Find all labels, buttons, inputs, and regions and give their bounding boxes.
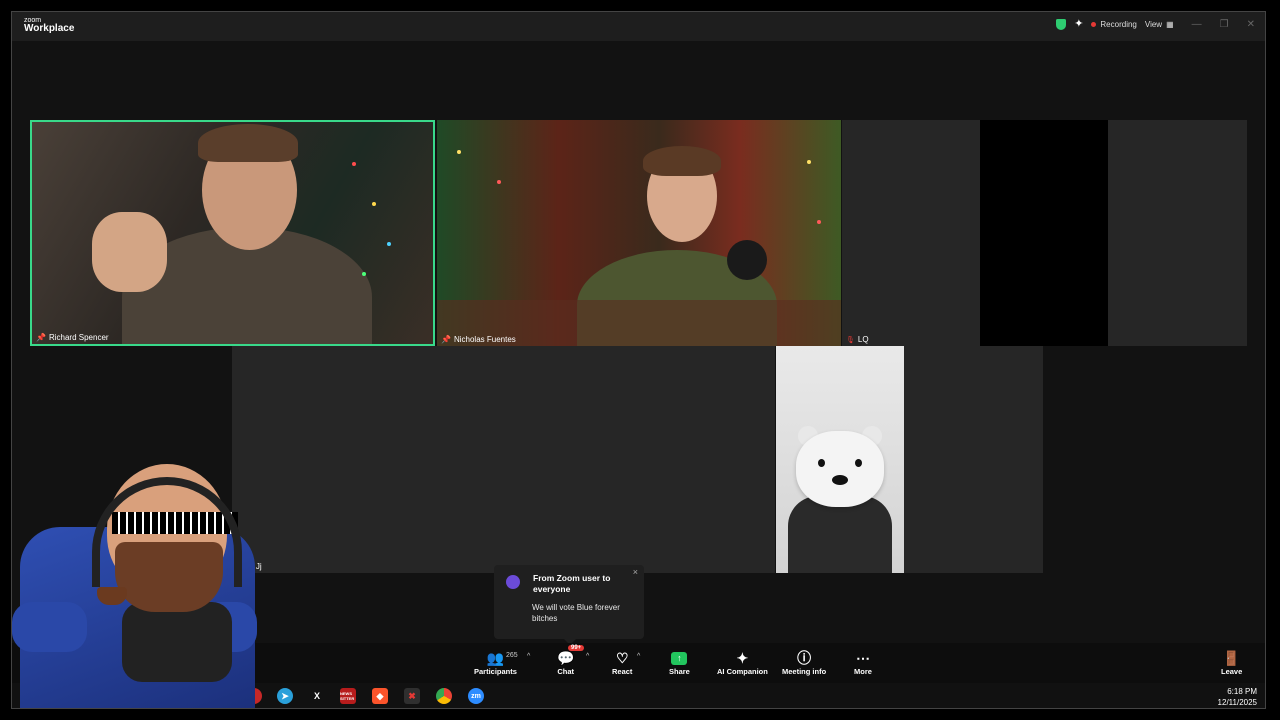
meeting-info-button[interactable]: ⓘ Meeting info [782, 649, 826, 676]
ai-companion-label: AI Companion [717, 667, 768, 676]
participant-name: Nicholas Fuentes [453, 335, 516, 344]
maximize-icon[interactable]: ❐ [1220, 19, 1229, 30]
chrome-icon[interactable] [436, 688, 452, 704]
clock-time: 6:18 PM [1227, 687, 1257, 696]
chat-button[interactable]: 💬 Chat [557, 649, 574, 676]
share-label: Share [669, 667, 690, 676]
chat-unread-badge: 99+ [568, 645, 585, 651]
participants-count: 265 [506, 652, 518, 659]
view-label: View [1144, 20, 1163, 29]
avatar-bear [776, 346, 904, 573]
news-sitter-icon[interactable]: NEWS SITTER [340, 688, 356, 704]
chevron-up-icon[interactable]: ^ [586, 653, 589, 660]
leave-label: Leave [1221, 667, 1243, 676]
clock-date: 12/11/2025 [1217, 697, 1257, 707]
recording-indicator[interactable]: Recording [1091, 20, 1137, 29]
video-tile-jj-jj[interactable]: 🎙 Jj Jj [232, 346, 775, 573]
x-twitter-icon[interactable]: X [309, 688, 325, 704]
participant-name-label: 📌 Richard Spencer [36, 333, 109, 342]
meeting-info-label: Meeting info [782, 667, 827, 676]
chat-notification-popup[interactable]: From Zoom user to everyone We will vote … [494, 565, 644, 645]
muted-mic-icon: 🎙 [846, 336, 855, 344]
view-button[interactable]: View ▦ [1145, 20, 1174, 29]
streamer-overlay-avatar [12, 452, 292, 708]
heart-icon: ♡ [615, 650, 629, 666]
chat-popup-message: We will vote Blue forever bitches [532, 603, 620, 623]
participant-name-label: 📌 Nicholas Fuentes [441, 335, 516, 344]
participant-name: LQ [857, 335, 869, 344]
ai-sparkle-icon[interactable]: ✦ [1074, 19, 1083, 30]
title-bar: zoom Workplace ✦ Recording View ▦ — ❐ ✕ [12, 12, 1265, 41]
chevron-up-icon[interactable]: ^ [527, 653, 530, 660]
chat-label: Chat [557, 667, 575, 676]
brand-big-text: Workplace [24, 23, 75, 34]
ai-companion-button[interactable]: ✦ AI Companion [717, 649, 768, 676]
chevron-up-icon[interactable]: ^ [637, 653, 640, 660]
encryption-shield-icon[interactable] [1056, 19, 1067, 30]
video-feed-blank [980, 120, 1108, 346]
system-clock[interactable]: 6:18 PM 12/11/2025 [1217, 687, 1257, 708]
chat-icon: 💬 [557, 650, 575, 666]
more-label: More [854, 667, 872, 676]
more-icon: ⋯ [855, 650, 870, 666]
info-icon: ⓘ [797, 650, 812, 666]
chat-popup-title: From Zoom user to everyone [533, 573, 611, 595]
pin-icon: 📌 [36, 333, 46, 342]
grid-icon: ▦ [1166, 20, 1174, 29]
share-button[interactable]: ↑ Share [669, 649, 690, 676]
participant-name: Richard Spencer [48, 333, 109, 342]
app-icon-active[interactable]: ✖ [404, 688, 420, 704]
sender-avatar [506, 575, 520, 589]
video-tile-richard-spencer[interactable]: 📌 Richard Spencer [30, 120, 435, 346]
video-tile-rc[interactable]: 🎙 RC [776, 346, 1043, 573]
leave-button[interactable]: 🚪 Leave [1221, 649, 1242, 676]
ai-sparkle-icon: ✦ [736, 650, 749, 666]
video-tile-lq[interactable]: 🎙 LQ [842, 120, 1247, 346]
react-label: React [612, 667, 633, 676]
zoom-logo: zoom Workplace [24, 17, 74, 34]
participants-icon: 👥 [486, 650, 505, 666]
share-icon: ↑ [671, 651, 688, 665]
minimize-icon[interactable]: — [1192, 19, 1202, 30]
pin-icon: 📌 [441, 335, 451, 344]
close-icon[interactable]: × [633, 567, 638, 577]
participants-label: Participants [474, 667, 517, 676]
zoom-window: zoom Workplace ✦ Recording View ▦ — ❐ ✕ [11, 11, 1266, 709]
brave-browser-icon[interactable]: ◆ [372, 688, 388, 704]
leave-icon: 🚪 [1222, 650, 1241, 666]
recording-dot-icon [1091, 22, 1097, 27]
close-window-icon[interactable]: ✕ [1247, 19, 1255, 30]
more-button[interactable]: ⋯ More [854, 649, 872, 676]
zoom-taskbar-icon[interactable]: zm [468, 688, 484, 704]
react-button[interactable]: ♡ React [612, 649, 632, 676]
video-tile-nicholas-fuentes[interactable]: 📌 Nicholas Fuentes [437, 120, 841, 346]
recording-label: Recording [1100, 20, 1137, 29]
participant-name-label: 🎙 LQ [846, 335, 869, 344]
